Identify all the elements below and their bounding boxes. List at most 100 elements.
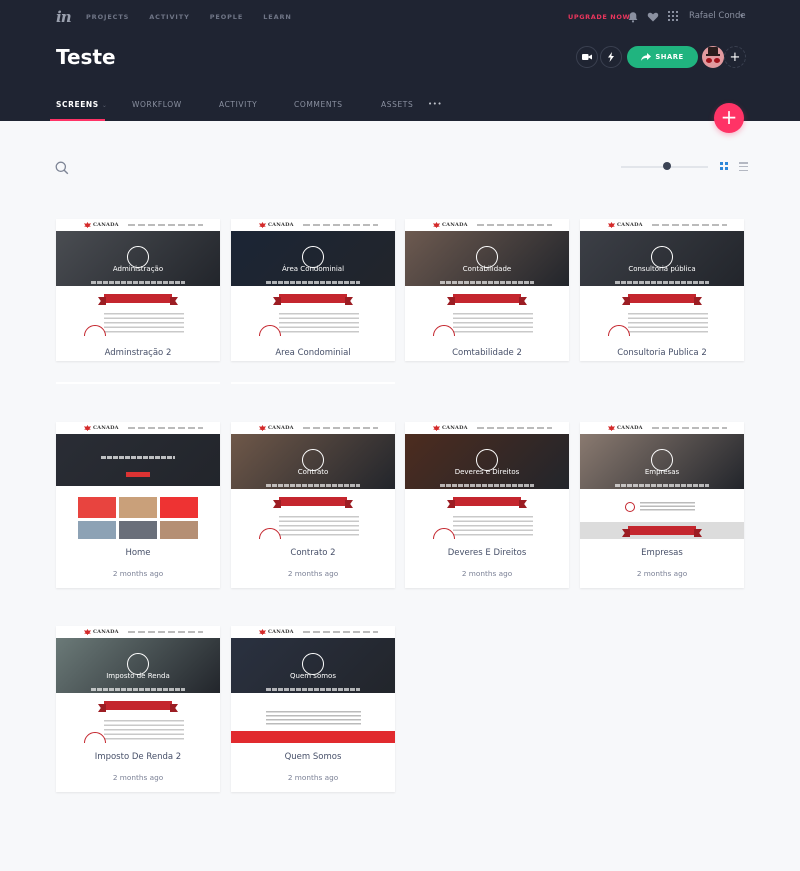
screen-card[interactable]: CANADA Contrato Contrato 2 2 months ago: [231, 422, 395, 588]
thumbnail-service-icon: [433, 325, 455, 336]
thumbnail-hero: Administração: [56, 231, 220, 286]
add-screen-button[interactable]: +: [714, 103, 744, 133]
screen-title[interactable]: Comtabilidade 2: [405, 348, 569, 358]
screen-title[interactable]: Empresas: [580, 548, 744, 558]
thumbnail-body-text: [279, 313, 359, 335]
screen-thumbnail[interactable]: CANADA Quem somos: [231, 626, 395, 743]
thumbnail-hero-text: [440, 281, 534, 284]
user-menu-name[interactable]: Rafael Conde: [689, 11, 746, 21]
thumbnail-site-nav: CANADA: [580, 422, 744, 434]
search-icon[interactable]: [55, 161, 69, 175]
nav-projects[interactable]: PROJECTS: [86, 13, 129, 21]
loading-placeholder: [231, 382, 395, 384]
screen-updated-time: 2 months ago: [287, 569, 339, 578]
maple-leaf-icon: [259, 222, 266, 228]
heart-icon[interactable]: [647, 11, 659, 23]
more-tabs-button[interactable]: •••: [423, 92, 463, 121]
chevron-down-icon[interactable]: ▾: [740, 12, 744, 20]
screen-card[interactable]: CANADA Home 2 months ago: [56, 422, 220, 588]
invision-logo[interactable]: in: [56, 8, 72, 26]
build-mode-button[interactable]: [600, 46, 622, 68]
share-arrow-icon: [641, 53, 652, 61]
screen-title[interactable]: Quem Somos: [231, 752, 395, 762]
thumbnail-ribbon: [628, 294, 696, 303]
screen-thumbnail[interactable]: CANADA Contrato: [231, 422, 395, 539]
slider-handle[interactable]: [663, 162, 672, 170]
screen-card[interactable]: CANADA Empresas Empresas 2 months ago: [580, 422, 744, 588]
nav-activity[interactable]: ACTIVITY: [149, 13, 189, 21]
screen-thumbnail[interactable]: CANADA Consultoria pública: [580, 219, 744, 336]
screen-title[interactable]: Consultoria Publica 2: [580, 348, 744, 358]
screen-thumbnail[interactable]: CANADA Deveres e Direitos: [405, 422, 569, 539]
thumbnail-body-text: [640, 502, 695, 512]
screen-card[interactable]: CANADA Administração Adminstração 2: [56, 219, 220, 361]
screen-card[interactable]: CANADA Área Condominial Area Condominial: [231, 219, 395, 361]
thumbnail-nav-links: [128, 631, 203, 633]
thumbnail-brand: CANADA: [268, 425, 294, 431]
thumbnail-body-text: [104, 313, 184, 335]
thumbnail-hero-title: Consultoria pública: [628, 265, 696, 273]
tab-workflow[interactable]: WORKFLOW: [105, 92, 193, 121]
screen-title[interactable]: Home: [56, 548, 220, 558]
grid-view-icon[interactable]: [720, 162, 728, 170]
collaborator-avatar[interactable]: [702, 46, 724, 68]
thumbnail-site-nav: CANADA: [231, 422, 395, 434]
add-collaborator-button[interactable]: +: [724, 46, 746, 68]
screen-title[interactable]: Imposto De Renda 2: [56, 752, 220, 762]
thumbnail-hero-text: [615, 281, 709, 284]
screen-title[interactable]: Deveres E Direitos: [405, 548, 569, 558]
thumbnail-size-slider[interactable]: [621, 162, 708, 172]
thumbnail-hero-title: Área Condominial: [281, 265, 345, 273]
apps-grid-icon[interactable]: [668, 11, 678, 21]
thumbnail-hero-text: [266, 688, 360, 691]
screen-title[interactable]: Contrato 2: [231, 548, 395, 558]
nav-learn[interactable]: LEARN: [263, 13, 292, 21]
share-label: SHARE: [655, 53, 684, 61]
screen-card[interactable]: CANADA Quem somos Quem Somos 2 months ago: [231, 626, 395, 792]
screen-title[interactable]: Area Condominial: [231, 348, 395, 358]
tab-screens[interactable]: SCREENS ⌄: [50, 92, 107, 121]
screen-title[interactable]: Adminstração 2: [56, 348, 220, 358]
thumbnail-hero-title: Contabilidade: [462, 265, 512, 273]
maple-leaf-icon: [433, 222, 440, 228]
top-navigation: in PROJECTS ACTIVITY PEOPLE LEARN UPGRAD…: [0, 0, 800, 36]
screen-updated-time: 2 months ago: [287, 773, 339, 782]
thumbnail-site-nav: CANADA: [56, 422, 220, 434]
thumbnail-hero-text: [101, 456, 175, 459]
record-video-button[interactable]: [576, 46, 598, 68]
upgrade-now-link[interactable]: UPGRADE NOW: [568, 13, 630, 21]
thumbnail-hero-text: [615, 484, 709, 487]
tab-assets[interactable]: ASSETS: [356, 92, 423, 121]
thumbnail-hero: Deveres e Direitos: [405, 434, 569, 489]
screen-card[interactable]: CANADA Deveres e Direitos Deveres E Direi…: [405, 422, 569, 588]
screen-thumbnail[interactable]: CANADA Contabilidade: [405, 219, 569, 336]
active-tab-indicator: [50, 119, 105, 121]
thumbnail-service-icon: [259, 528, 281, 539]
thumbnail-service-icon: [608, 325, 630, 336]
thumbnail-nav-links: [477, 427, 552, 429]
tab-comments[interactable]: COMMENTS: [268, 92, 356, 121]
screen-thumbnail[interactable]: CANADA Administração: [56, 219, 220, 336]
screen-card[interactable]: CANADA Consultoria pública Consultoria Pu…: [580, 219, 744, 361]
screen-thumbnail[interactable]: CANADA Empresas: [580, 422, 744, 539]
thumbnail-site-nav: CANADA: [580, 219, 744, 231]
screen-card[interactable]: CANADA Contabilidade Comtabilidade 2: [405, 219, 569, 361]
screen-thumbnail[interactable]: CANADA: [56, 422, 220, 539]
thumbnail-hero-title: Deveres e Direitos: [454, 468, 520, 476]
bell-icon[interactable]: [627, 11, 639, 23]
screen-thumbnail[interactable]: CANADA Imposto de Renda: [56, 626, 220, 743]
thumbnail-brand: CANADA: [617, 222, 643, 228]
thumbnail-service-tiles: [78, 497, 198, 539]
tab-activity[interactable]: ACTIVITY: [193, 92, 268, 121]
nav-people[interactable]: PEOPLE: [210, 13, 243, 21]
screen-updated-time: 2 months ago: [461, 569, 513, 578]
screen-card[interactable]: CANADA Imposto de Renda Imposto De Renda …: [56, 626, 220, 792]
screen-thumbnail[interactable]: CANADA Área Condominial: [231, 219, 395, 336]
thumbnail-service-icon: [433, 528, 455, 539]
thumbnail-body-text: [104, 720, 184, 742]
video-camera-icon: [582, 54, 592, 60]
thumbnail-nav-links: [303, 631, 378, 633]
list-view-icon[interactable]: [739, 162, 748, 171]
thumbnail-hero: Consultoria pública: [580, 231, 744, 286]
share-button[interactable]: SHARE: [627, 46, 698, 68]
